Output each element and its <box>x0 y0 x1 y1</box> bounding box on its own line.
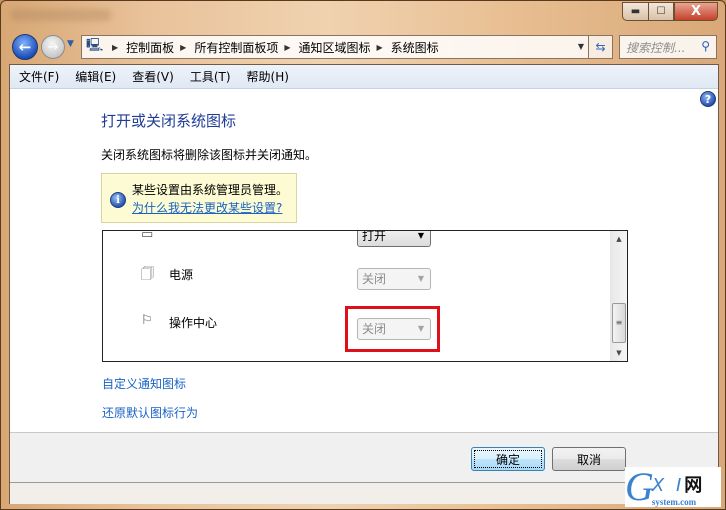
navigation-bar: ← → ▼ 🖳 ▶ 控制面板 ▶ 所有控制面板项 ▶ 通知区域图标 ▶ 系统图标… <box>9 33 717 60</box>
partial-icon: ▭ <box>141 230 154 242</box>
dropdown-value: 关闭 <box>362 272 387 286</box>
help-icon[interactable]: ? <box>700 91 716 107</box>
back-arrow-icon: ← <box>18 38 32 56</box>
chevron-down-icon: ▼ <box>67 39 74 49</box>
menu-help[interactable]: 帮助(H) <box>247 68 289 85</box>
watermark-xi: X I <box>651 475 685 496</box>
menu-bar: 文件(F) 编辑(E) 查看(V) 工具(T) 帮助(H) <box>10 65 718 89</box>
close-icon: X <box>690 4 702 19</box>
menu-file[interactable]: 文件(F) <box>19 68 59 85</box>
red-highlight-box <box>345 306 440 352</box>
minimize-button[interactable]: ▬ <box>622 2 648 21</box>
watermark-text: X I网 system.com <box>652 471 705 507</box>
breadcrumb: ▶ 控制面板 ▶ 所有控制面板项 ▶ 通知区域图标 ▶ 系统图标 <box>106 39 439 56</box>
power-behavior-dropdown[interactable]: 关闭 ▼ <box>357 268 431 290</box>
why-cant-change-settings-link[interactable]: 为什么我无法更改某些设置? <box>132 199 282 216</box>
address-bar[interactable]: 🖳 ▶ 控制面板 ▶ 所有控制面板项 ▶ 通知区域图标 ▶ 系统图标 ▼ <box>81 35 589 59</box>
watermark-wang: 网 <box>684 475 706 496</box>
customize-notification-icons-link[interactable]: 自定义通知图标 <box>102 375 186 392</box>
list-scrollbar[interactable]: ▲ ≡ ▼ <box>610 231 627 361</box>
power-plug-icon: 🗍 <box>141 267 154 282</box>
address-dropdown-icon[interactable]: ▼ <box>578 42 584 51</box>
breadcrumb-system-icons[interactable]: 系统图标 <box>391 39 439 56</box>
refresh-button[interactable]: ⇆ <box>589 35 613 59</box>
scroll-up-icon[interactable]: ▲ <box>611 231 627 247</box>
crumb-separator-icon[interactable]: ▶ <box>377 43 383 52</box>
behavior-dropdown[interactable]: 打开 ▼ <box>357 230 431 247</box>
dialog-footer: 确定 取消 <box>10 432 718 504</box>
search-placeholder: 搜索控制... <box>626 40 686 55</box>
watermark-top: X I网 <box>652 471 705 497</box>
watermark-g: G <box>625 464 654 509</box>
forward-arrow-icon: → <box>47 39 59 55</box>
scroll-thumb[interactable]: ≡ <box>612 303 626 343</box>
close-button[interactable]: X <box>674 2 718 21</box>
info-icon: i <box>110 192 126 208</box>
computer-icon: 🖳 <box>86 38 104 53</box>
client-area: 文件(F) 编辑(E) 查看(V) 工具(T) 帮助(H) ? 打开或关闭系统图… <box>9 64 719 504</box>
scroll-down-icon[interactable]: ▼ <box>611 345 627 361</box>
power-label: 电源 <box>169 268 194 282</box>
crumb-separator-icon[interactable]: ▶ <box>180 43 186 52</box>
status-bar <box>10 482 718 504</box>
dropdown-value: 打开 <box>362 230 387 243</box>
system-icons-list: ▭ 打开 ▼ 🗍 电源 关闭 ▼ ⚐ 操作中心 关闭 ▼ ▲ ≡ ▼ <box>102 230 628 362</box>
maximize-button[interactable]: ☐ <box>648 2 674 21</box>
window-title-blurred <box>11 9 111 21</box>
search-input[interactable]: 搜索控制... ⚲ <box>619 35 717 59</box>
refresh-icon: ⇆ <box>595 40 606 54</box>
page-title: 打开或关闭系统图标 <box>101 112 237 130</box>
chevron-down-icon: ▼ <box>417 231 424 240</box>
restore-default-behavior-link[interactable]: 还原默认图标行为 <box>102 404 198 421</box>
control-panel-window: ▬ ☐ X ← → ▼ 🖳 ▶ 控制面板 ▶ 所有控制面板项 ▶ 通知区域图标 <box>0 0 726 510</box>
recent-pages-button[interactable]: ▼ <box>67 39 74 49</box>
admin-info-bar: i 某些设置由系统管理员管理。 为什么我无法更改某些设置? <box>101 173 297 223</box>
caption-buttons: ▬ ☐ X <box>622 2 718 21</box>
breadcrumb-notification-icons[interactable]: 通知区域图标 <box>299 39 371 56</box>
back-button[interactable]: ← <box>12 34 38 60</box>
menu-edit[interactable]: 编辑(E) <box>75 68 116 85</box>
crumb-separator-icon[interactable]: ▶ <box>112 43 118 52</box>
flag-icon: ⚐ <box>141 313 153 328</box>
list-item: ▭ 打开 ▼ <box>103 230 611 249</box>
breadcrumb-control-panel[interactable]: 控制面板 <box>126 39 174 56</box>
chevron-down-icon: ▼ <box>417 274 424 283</box>
list-item-power: 🗍 电源 关闭 ▼ <box>103 261 611 301</box>
maximize-icon: ☐ <box>656 6 666 17</box>
ok-button[interactable]: 确定 <box>471 447 545 471</box>
watermark-logo: G X I网 system.com <box>625 467 721 507</box>
crumb-separator-icon[interactable]: ▶ <box>284 43 290 52</box>
menu-view[interactable]: 查看(V) <box>132 68 174 85</box>
info-message: 某些设置由系统管理员管理。 <box>132 183 289 197</box>
action-center-label: 操作中心 <box>169 316 218 330</box>
breadcrumb-all-items[interactable]: 所有控制面板项 <box>194 39 278 56</box>
page-description: 关闭系统图标将删除该图标并关闭通知。 <box>101 148 318 162</box>
cancel-button[interactable]: 取消 <box>552 447 626 471</box>
minimize-icon: ▬ <box>630 6 641 17</box>
search-icon[interactable]: ⚲ <box>701 39 710 53</box>
menu-tools[interactable]: 工具(T) <box>190 68 231 85</box>
watermark-domain: system.com <box>651 497 697 507</box>
forward-button[interactable]: → <box>41 35 65 59</box>
